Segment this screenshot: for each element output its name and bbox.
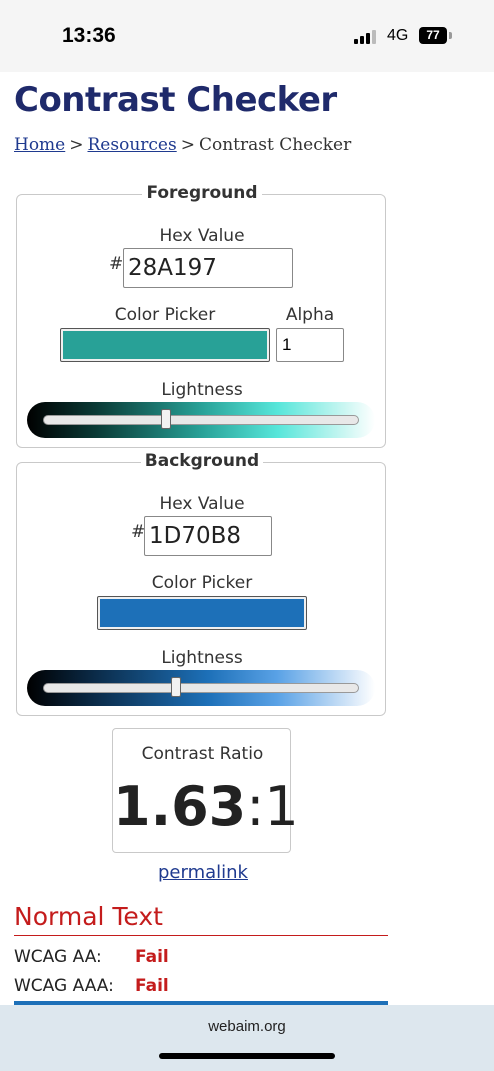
background-color-picker[interactable] — [97, 596, 307, 630]
background-picker-label: Color Picker — [151, 573, 253, 593]
battery-icon: 77 — [419, 27, 447, 44]
breadcrumb-home-link[interactable]: Home — [14, 135, 65, 155]
status-time: 13:36 — [62, 24, 116, 47]
wcag-aa-row: WCAG AA: Fail — [14, 947, 169, 967]
browser-bottom-bar — [0, 1005, 494, 1071]
background-lightness-slider[interactable] — [27, 670, 375, 706]
background-lightness-label: Lightness — [161, 648, 243, 668]
contrast-ratio-number: 1.63 — [113, 775, 247, 838]
status-bar: 13:36 4G 77 — [0, 0, 494, 72]
permalink-link[interactable]: permalink — [158, 862, 248, 883]
foreground-color-fill — [63, 331, 267, 359]
foreground-legend-text: Foreground — [142, 183, 262, 203]
network-type: 4G — [387, 27, 409, 44]
battery-level: 77 — [426, 28, 440, 42]
background-panel: Background Hex Value # Color Picker Ligh… — [16, 451, 386, 716]
background-color-fill — [100, 599, 304, 627]
foreground-lightness-slider[interactable] — [27, 402, 375, 438]
background-slider-track — [43, 683, 359, 693]
foreground-hash: # — [109, 254, 124, 274]
background-legend: Background — [17, 451, 387, 471]
wcag-aaa-row: WCAG AAA: Fail — [14, 976, 169, 996]
battery-tip-icon — [449, 32, 452, 39]
background-slider-thumb[interactable] — [170, 677, 181, 697]
background-legend-text: Background — [140, 451, 264, 471]
foreground-picker-label: Color Picker — [114, 305, 216, 325]
breadcrumb-separator: > — [69, 135, 84, 155]
foreground-legend: Foreground — [17, 183, 387, 203]
foreground-slider-track — [43, 415, 359, 425]
foreground-slider-thumb[interactable] — [161, 409, 172, 429]
wcag-aa-label: WCAG AA: — [14, 947, 102, 967]
foreground-hex-label: Hex Value — [159, 226, 245, 246]
page-title: Contrast Checker — [14, 80, 337, 120]
contrast-ratio-suffix: :1 — [246, 775, 299, 838]
breadcrumb-resources-link[interactable]: Resources — [88, 135, 177, 155]
address-bar[interactable]: webaim.org — [0, 1018, 494, 1035]
alpha-label: Alpha — [285, 305, 335, 325]
contrast-ratio-label: Contrast Ratio — [141, 744, 264, 764]
background-hex-input[interactable] — [144, 516, 272, 556]
foreground-hex-input[interactable] — [123, 248, 293, 288]
contrast-ratio-box: Contrast Ratio 1.63:1 — [112, 728, 299, 853]
wcag-aaa-label: WCAG AAA: — [14, 976, 114, 996]
wcag-aa-result: Fail — [135, 947, 169, 967]
alpha-input[interactable] — [276, 328, 344, 362]
breadcrumb: Home > Resources > Contrast Checker — [14, 135, 351, 155]
breadcrumb-current: Contrast Checker — [198, 135, 352, 155]
foreground-color-picker[interactable] — [60, 328, 270, 362]
wcag-aaa-result: Fail — [135, 976, 169, 996]
background-hex-label: Hex Value — [159, 494, 245, 514]
foreground-panel: Foreground Hex Value # Color Picker Alph… — [16, 183, 386, 448]
foreground-lightness-label: Lightness — [161, 380, 243, 400]
normal-text-heading: Normal Text — [14, 902, 388, 936]
signal-icon — [354, 30, 378, 44]
home-indicator[interactable] — [159, 1053, 335, 1059]
breadcrumb-separator: > — [180, 135, 195, 155]
contrast-ratio-value: 1.63:1 — [113, 775, 299, 838]
